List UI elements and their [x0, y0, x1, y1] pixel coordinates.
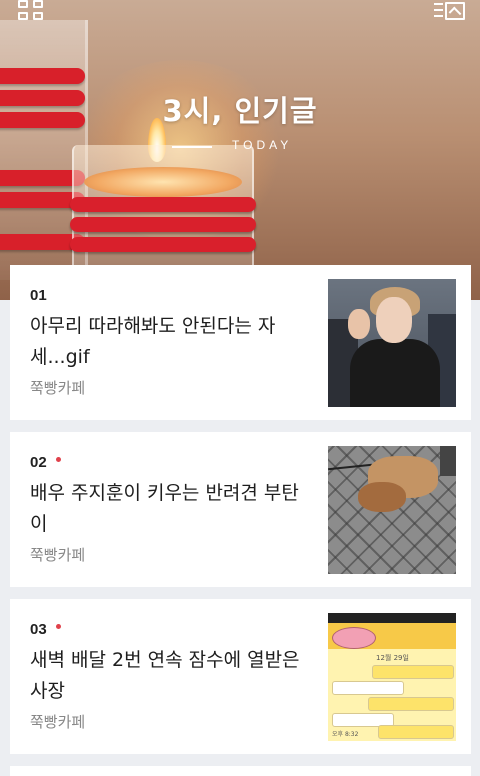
- article-rank: 01: [30, 287, 47, 304]
- article-card-1[interactable]: 01 아무리 따라해봐도 안된다는 자세...gif 쭉빵카페: [10, 265, 471, 420]
- article-title[interactable]: 아무리 따라해봐도 안된다는 자세...gif: [30, 311, 305, 373]
- article-rank: 02: [30, 454, 47, 471]
- grid-icon[interactable]: [18, 0, 44, 20]
- article-card-2[interactable]: 02 배우 주지훈이 키우는 반려견 부탄이 쭉빵카페: [10, 432, 471, 587]
- list-view-icon[interactable]: [434, 2, 465, 20]
- candle-main-image: [70, 145, 256, 265]
- article-source: 쭉빵카페: [30, 546, 86, 564]
- article-card-3[interactable]: 03 새벽 배달 2번 연속 잠수에 열받은 사장 쭉빵카페 12월 29일 오…: [10, 599, 471, 754]
- header-banner: 3시, 인기글 TODAY: [0, 0, 480, 300]
- page-subtitle: TODAY: [232, 138, 293, 152]
- header-title-block: 3시, 인기글 TODAY: [160, 88, 320, 156]
- article-source: 쭉빵카페: [30, 713, 86, 731]
- article-thumbnail[interactable]: [328, 279, 456, 407]
- article-rank: 03: [30, 621, 47, 638]
- new-badge-dot: [56, 457, 61, 462]
- article-thumbnail[interactable]: 12월 29일 오후 8:32: [328, 613, 456, 741]
- article-title[interactable]: 배우 주지훈이 키우는 반려견 부탄이: [30, 478, 305, 540]
- article-thumbnail[interactable]: [328, 446, 456, 574]
- article-title[interactable]: 새벽 배달 2번 연속 잠수에 열받은 사장: [30, 645, 305, 707]
- new-badge-dot: [56, 624, 61, 629]
- title-divider: [172, 146, 212, 148]
- page-title: 3시, 인기글: [162, 94, 318, 128]
- chat-date: 12월 29일: [376, 654, 409, 662]
- article-source: 쭉빵카페: [30, 379, 86, 397]
- chat-time: 오후 8:32: [332, 731, 359, 738]
- article-card-4-partial[interactable]: [10, 766, 471, 776]
